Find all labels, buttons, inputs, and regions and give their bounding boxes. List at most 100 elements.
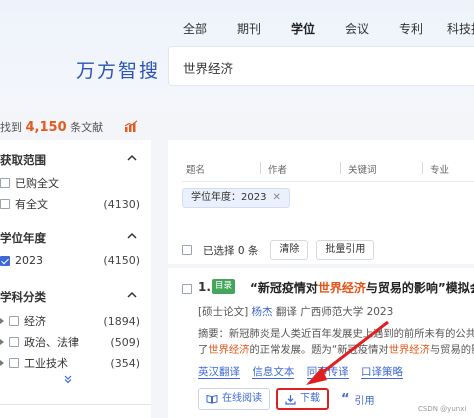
result-number: 1. <box>198 280 211 294</box>
meta-rest: 翻译 广西师范大学 2023 <box>275 306 394 318</box>
abstract-highlight: 世界经济 <box>208 344 250 356</box>
download-label: 下载 <box>300 393 320 404</box>
sidebar-next-panel <box>0 404 151 418</box>
access-range-title: 获取范围 <box>0 153 46 167</box>
filter-tag-label: 学位年度：2023 <box>191 192 267 203</box>
close-icon[interactable]: ✕ <box>272 189 280 207</box>
clear-button[interactable]: 清除 <box>270 240 309 260</box>
abstract-line: 摘要：新冠肺炎是人类近百年发展史上遇到的前所未有的公共卫生 <box>198 328 474 340</box>
option-label: 政治、法律 <box>24 336 79 349</box>
top-bar: 全部 期刊 学位 会议 专利 科技报 万方智搜 世界经济 <box>0 0 474 112</box>
filter-option-2023[interactable]: 2023 (4150) <box>0 254 140 267</box>
title-highlight: 世界经济 <box>317 281 366 295</box>
read-online-button[interactable]: 在线阅读 <box>198 388 270 410</box>
tab-conference[interactable]: 会议 <box>330 20 384 37</box>
keyword-list: 英汉翻译 信息文本 同声传译 口译策略 <box>198 364 412 379</box>
option-count: (509) <box>110 335 140 349</box>
result-abstract: 摘要：新冠肺炎是人类近百年发展史上遇到的前所未有的公共卫生 了世界经济的正常发展… <box>198 326 474 358</box>
option-label: 2023 <box>15 254 43 267</box>
field-title[interactable]: 题名 <box>186 162 205 176</box>
abstract-text: 了 <box>198 344 209 356</box>
collapse-chevron-icon[interactable] <box>127 231 137 241</box>
checkbox[interactable] <box>0 178 10 188</box>
search-field-row: 题名 作者 关键词 专业 <box>182 154 474 182</box>
select-all-checkbox[interactable] <box>182 245 192 255</box>
tab-sci-report[interactable]: 科技报 <box>438 20 474 37</box>
option-label: 已购全文 <box>15 177 59 190</box>
expand-arrow-icon[interactable] <box>0 339 4 345</box>
option-count: (1894) <box>103 314 140 328</box>
selected-count: 已选择 0 条 <box>203 244 259 257</box>
tab-patent[interactable]: 专利 <box>384 20 438 37</box>
abstract-line: 了世界经济的正常发展。题为“新冠疫情对世界经济与贸易的影响 <box>198 342 474 358</box>
result-checkbox[interactable] <box>182 284 192 294</box>
filter-option-fulltext[interactable]: 有全文 (4130) <box>0 196 140 212</box>
tab-degree[interactable]: 学位 <box>276 20 330 53</box>
divider <box>340 162 341 174</box>
quote-icon: “ <box>341 391 350 407</box>
abstract-text: 与贸易的影响 <box>429 344 474 356</box>
search-input[interactable]: 世界经济 <box>168 46 474 86</box>
cite-label: 引用 <box>354 395 375 407</box>
filter-option-purchased[interactable]: 已购全文 <box>0 175 140 191</box>
results-count-prefix: 找到 <box>0 121 22 134</box>
option-count: (4130) <box>103 197 140 211</box>
site-logo[interactable]: 万方智搜 <box>76 56 160 83</box>
keyword-link[interactable]: 信息文本 <box>252 366 295 379</box>
checkbox[interactable] <box>9 358 19 368</box>
result-actions: 在线阅读 下载 “ 引用 <box>198 388 375 410</box>
option-label: 经济 <box>24 315 46 328</box>
keyword-link[interactable]: 同声传译 <box>306 366 349 379</box>
divider <box>260 162 261 174</box>
tab-all[interactable]: 全部 <box>168 20 222 37</box>
title-part: “新冠疫情对 <box>250 281 318 295</box>
degree-year-title: 学位年度 <box>0 231 46 245</box>
doc-type-tabs: 全部 期刊 学位 会议 专利 科技报 <box>168 20 474 53</box>
cite-button[interactable]: “ 引用 <box>341 392 375 407</box>
collapse-chevron-icon[interactable] <box>127 153 137 163</box>
field-author[interactable]: 作者 <box>268 162 287 176</box>
field-keyword[interactable]: 关键词 <box>348 162 377 176</box>
read-online-label: 在线阅读 <box>222 393 262 404</box>
advanced-search-panel: 题名 作者 关键词 专业 学位年度：2023 ✕ 已选择 0 条 清除 批量引用 <box>168 140 474 264</box>
checkbox-checked[interactable] <box>0 255 10 266</box>
field-major[interactable]: 专业 <box>430 162 449 176</box>
expand-arrow-icon[interactable] <box>0 360 4 366</box>
download-icon <box>285 394 296 405</box>
selection-toolbar: 已选择 0 条 清除 批量引用 <box>182 240 474 260</box>
option-label: 工业技术 <box>24 357 68 370</box>
keyword-link[interactable]: 英汉翻译 <box>198 366 240 379</box>
title-part: 与贸易的影响”模拟会议 <box>365 281 474 295</box>
subject-title: 学科分类 <box>0 290 46 304</box>
results-count: 找到 4,150 条文献 <box>0 119 103 135</box>
tab-journal[interactable]: 期刊 <box>222 20 276 37</box>
active-filter-tag[interactable]: 学位年度：2023 ✕ <box>182 188 290 208</box>
show-more-chevron-icon[interactable] <box>63 374 73 384</box>
checkbox[interactable] <box>9 337 19 347</box>
results-count-suffix: 条文献 <box>70 121 104 134</box>
stats-chart-icon[interactable] <box>124 120 138 132</box>
filter-option-politics-law[interactable]: 政治、法律 (509) <box>0 334 140 350</box>
filter-option-economy[interactable]: 经济 (1894) <box>0 313 140 329</box>
checkbox[interactable] <box>9 316 19 326</box>
option-count: (354) <box>110 356 140 370</box>
divider <box>422 162 423 174</box>
download-button[interactable]: 下载 <box>276 388 329 410</box>
search-query: 世界经济 <box>183 61 234 76</box>
abstract-highlight: 世界经济 <box>388 344 430 356</box>
option-count: (4150) <box>103 254 140 267</box>
option-label: 有全文 <box>15 198 48 211</box>
filter-option-industry-tech[interactable]: 工业技术 (354) <box>0 355 140 371</box>
result-title[interactable]: “新冠疫情对世界经济与贸易的影响”模拟会议 <box>250 279 474 296</box>
toc-badge[interactable]: 目录 <box>212 279 236 294</box>
book-icon <box>206 394 218 404</box>
keyword-link[interactable]: 口译策略 <box>361 366 404 379</box>
watermark: CSDN @yunxi <box>418 405 467 413</box>
expand-arrow-icon[interactable] <box>0 318 4 324</box>
author-link[interactable]: 杨杰 <box>252 306 273 318</box>
checkbox[interactable] <box>0 199 10 209</box>
collapse-chevron-icon[interactable] <box>127 290 137 300</box>
results-count-number: 4,150 <box>25 120 67 135</box>
abstract-text: 的正常发展。题为“新冠疫情对 <box>249 344 389 356</box>
batch-cite-button[interactable]: 批量引用 <box>316 240 375 260</box>
